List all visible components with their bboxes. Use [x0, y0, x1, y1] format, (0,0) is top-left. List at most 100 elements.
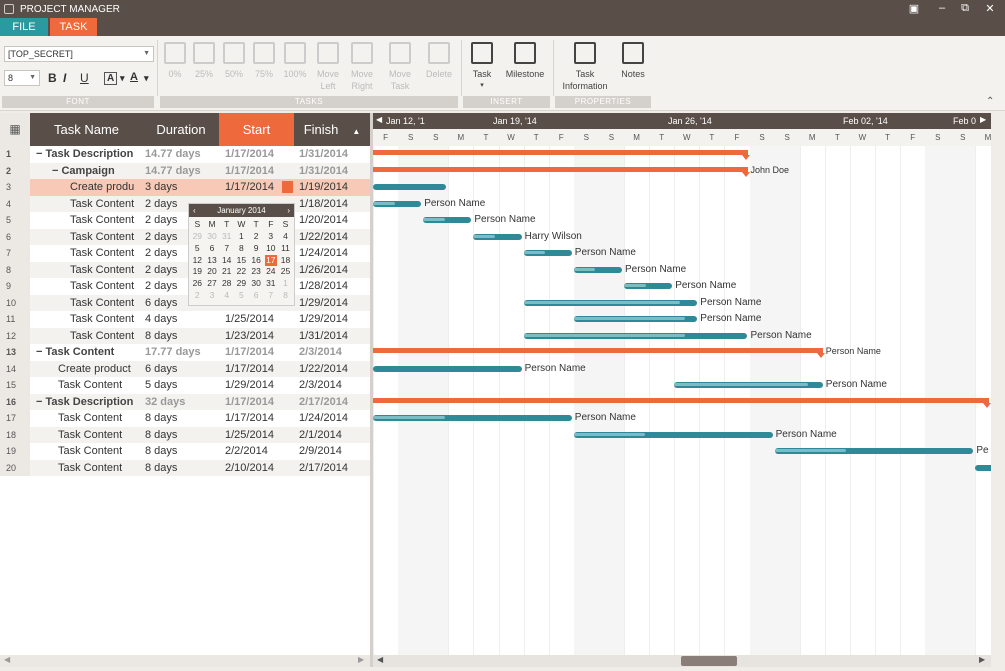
calendar-day[interactable]: 24 [265, 266, 278, 278]
start-cell[interactable]: 2/10/2014 [225, 460, 274, 477]
header-start[interactable]: Start [219, 113, 294, 146]
chart-horizontal-scrollbar[interactable]: ◀ ▶ [373, 655, 991, 667]
finish-cell[interactable]: 1/24/2014 [299, 245, 348, 262]
task-name-cell[interactable]: Task Content [58, 427, 122, 444]
collapse-ribbon-icon[interactable]: ⌃ [986, 96, 994, 107]
task-name-cell[interactable]: Task Content [70, 245, 134, 262]
finish-cell[interactable]: 2/3/2014 [299, 377, 342, 394]
finish-cell[interactable]: 1/22/2014 [299, 361, 348, 378]
font-size-combo[interactable]: 8 ▼ [4, 70, 40, 86]
calendar-day[interactable]: 3 [265, 231, 278, 243]
finish-cell[interactable]: 1/28/2014 [299, 278, 348, 295]
task-name-cell[interactable]: Task Content [70, 212, 134, 229]
calendar-day[interactable]: 12 [191, 255, 204, 267]
highlight-dropdown-icon[interactable]: ▾ [144, 73, 149, 84]
start-cell[interactable]: 1/23/2014 [225, 328, 274, 345]
move-left-button[interactable]: Move Left [313, 42, 343, 92]
calendar-day[interactable]: 5 [235, 290, 248, 302]
move-right-button[interactable]: Move Right [347, 42, 377, 92]
header-finish[interactable]: Finish ▲ [294, 113, 370, 146]
task-name-cell[interactable]: Task Content [70, 328, 134, 345]
text-color-dropdown-icon[interactable]: ▾ [120, 73, 125, 84]
timeline-next-icon[interactable]: ▶ [980, 115, 986, 124]
font-combo[interactable]: [TOP_SECRET] ▼ [4, 46, 154, 62]
table-row[interactable]: 16 − Task Description 32 days 1/17/2014 2/17… [0, 393, 370, 411]
table-row[interactable]: 10Task Content6 days1/23/20141/29/2014 [0, 294, 370, 312]
calendar-day[interactable]: 28 [220, 278, 233, 290]
duration-cell[interactable]: 2 days [145, 262, 177, 279]
duration-cell[interactable]: 2 days [145, 245, 177, 262]
summary-bar[interactable] [373, 150, 748, 156]
finish-cell[interactable]: 1/18/2014 [299, 196, 348, 213]
table-row[interactable]: 2 − Campaign 14.77 days 1/17/2014 1/31/2014 [0, 162, 370, 180]
task-information-button[interactable]: Task Information [557, 42, 613, 92]
duration-cell[interactable]: 8 days [145, 427, 177, 444]
table-row[interactable]: 3 Create produ 3 days 1/17/2014 1/19/2014 [0, 179, 370, 196]
calendar-day[interactable]: 30 [250, 278, 263, 290]
start-cell[interactable]: 1/17/2014 [225, 163, 274, 180]
calendar-day[interactable]: 30 [206, 231, 219, 243]
task-bar[interactable] [523, 250, 572, 257]
task-bar[interactable] [774, 448, 974, 455]
calendar-day[interactable]: 15 [235, 255, 248, 267]
milestone-button[interactable]: Milestone [502, 42, 548, 80]
finish-cell[interactable]: 2/9/2014 [299, 443, 342, 460]
calendar-day[interactable]: 4 [279, 231, 292, 243]
calendar-day[interactable]: 29 [191, 231, 204, 243]
scroll-right-icon[interactable]: ▶ [358, 655, 364, 664]
task-bar[interactable] [573, 266, 622, 273]
highlight-color-icon[interactable]: A [130, 71, 138, 83]
date-picker-toggle[interactable] [282, 181, 293, 193]
calendar-day[interactable]: 6 [206, 243, 219, 255]
calendar-day[interactable]: 17 [264, 254, 278, 267]
progress-0-button[interactable]: 0% [163, 42, 187, 80]
task-bar[interactable] [523, 299, 698, 306]
calendar-day[interactable]: 1 [235, 231, 248, 243]
table-row[interactable]: 12 Task Content 8 days 1/23/2014 1/31/2014 [0, 327, 370, 345]
task-bar[interactable] [373, 184, 447, 191]
scroll-left-icon[interactable]: ◀ [4, 655, 10, 664]
calendar-day[interactable]: 8 [279, 290, 292, 302]
duration-cell[interactable]: 17.77 days [145, 344, 201, 361]
calendar-day[interactable]: 27 [206, 278, 219, 290]
start-cell[interactable]: 1/17/2014 [225, 410, 274, 427]
finish-cell[interactable]: 2/3/2014 [299, 344, 342, 361]
calendar-day[interactable]: 1 [279, 278, 292, 290]
finish-cell[interactable]: 2/17/2014 [299, 394, 348, 411]
grid-horizontal-scrollbar[interactable]: ◀ ▶ [0, 655, 370, 667]
finish-cell[interactable]: 1/29/2014 [299, 295, 348, 312]
table-row[interactable]: 17 Task Content 8 days 1/17/2014 1/24/2014 [0, 410, 370, 427]
finish-cell[interactable]: 1/22/2014 [299, 229, 348, 246]
start-cell[interactable]: 1/17/2014 [225, 361, 274, 378]
task-name-cell[interactable]: Task Content [70, 262, 134, 279]
calendar-day[interactable]: 16 [250, 255, 263, 267]
scroll-right-icon[interactable]: ▶ [979, 655, 985, 664]
calendar-day[interactable]: 5 [191, 243, 204, 255]
finish-cell[interactable]: 1/29/2014 [299, 311, 348, 328]
task-bar[interactable] [473, 233, 522, 240]
task-name-cell[interactable]: Task Content [58, 443, 122, 460]
task-name-cell[interactable]: Task Content [70, 229, 134, 246]
calendar-day[interactable]: 6 [250, 290, 263, 302]
duration-cell[interactable]: 8 days [145, 443, 177, 460]
task-name-cell[interactable]: − Task Content [36, 344, 114, 361]
table-row[interactable]: 8 Task Content 2 days 1/26/2014 [0, 261, 370, 279]
start-cell[interactable]: 1/17/2014 [225, 146, 274, 163]
task-name-cell[interactable]: Task Content [58, 377, 122, 394]
task-name-cell[interactable]: Task Content [70, 295, 134, 312]
calendar-day[interactable]: 2 [250, 231, 263, 243]
task-name-cell[interactable]: Create produ [70, 179, 134, 196]
finish-cell[interactable]: 1/31/2014 [299, 328, 348, 345]
task-bar[interactable] [373, 200, 422, 207]
header-task-name[interactable]: Task Name [30, 113, 143, 146]
prev-month-icon[interactable]: ‹ [193, 204, 196, 217]
duration-cell[interactable]: 8 days [145, 460, 177, 477]
duration-cell[interactable]: 8 days [145, 328, 177, 345]
table-row[interactable]: 9 Task Content 2 days 1/28/2014 [0, 278, 370, 295]
task-bar[interactable] [373, 415, 572, 422]
start-cell[interactable]: 1/25/2014 [225, 427, 274, 444]
duration-cell[interactable]: 2 days [145, 196, 177, 213]
calendar-day[interactable]: 19 [191, 266, 204, 278]
task-bar[interactable] [674, 382, 823, 389]
calendar-day[interactable]: 2 [191, 290, 204, 302]
